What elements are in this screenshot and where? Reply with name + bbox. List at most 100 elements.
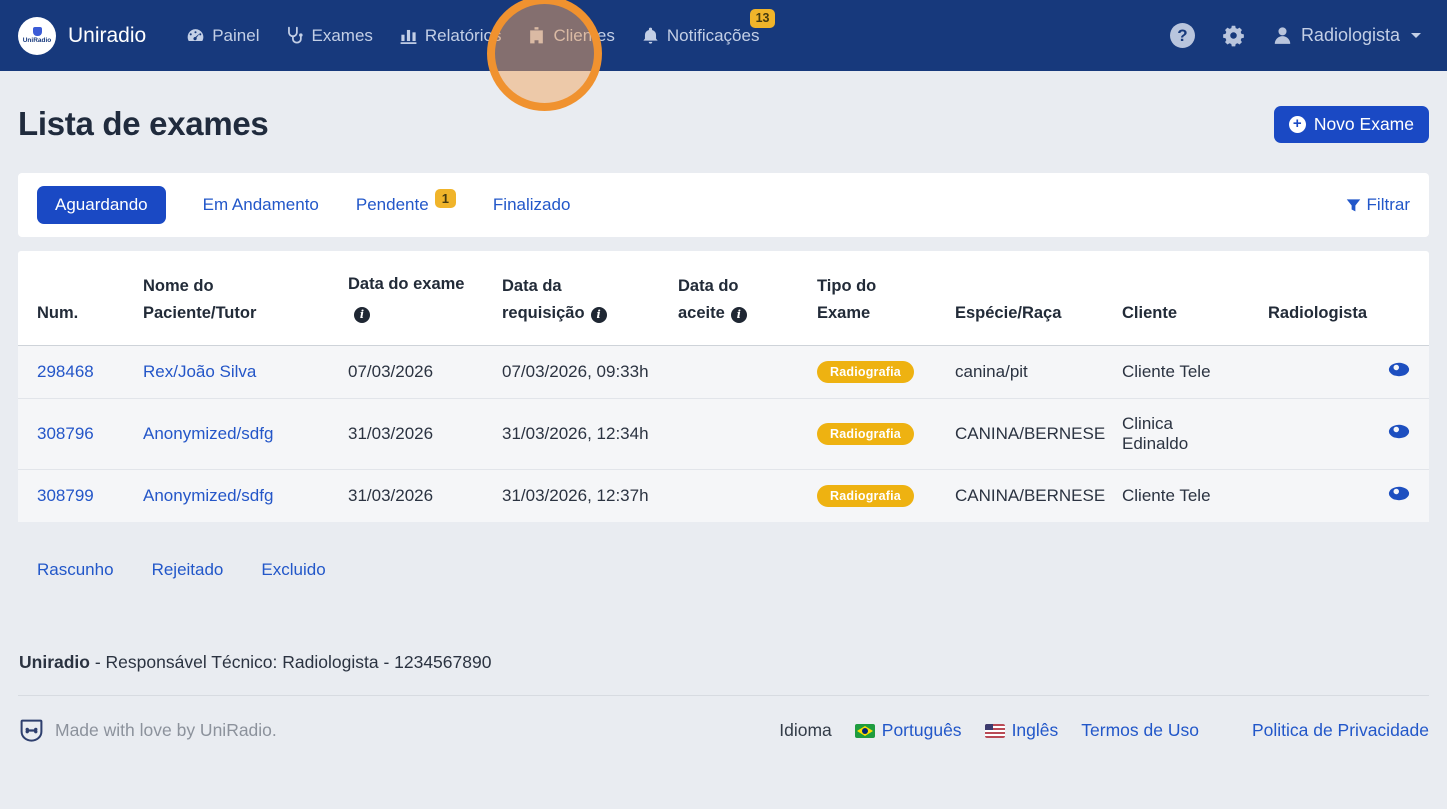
credits-text: Made with love by UniRadio. [55, 720, 277, 741]
footer: Made with love by UniRadio. Idioma Portu… [18, 696, 1429, 765]
bell-icon [641, 26, 660, 45]
plus-circle-icon: + [1289, 116, 1306, 133]
col-actions [1369, 251, 1429, 346]
info-icon[interactable]: i [354, 307, 370, 323]
tab-em-andamento[interactable]: Em Andamento [203, 195, 319, 215]
exam-type-badge: Radiografia [817, 423, 914, 445]
nav-label-relatorios: Relatórios [425, 26, 502, 46]
lang-en-label: Inglês [1012, 720, 1059, 741]
notifications-count-badge: 13 [750, 9, 776, 28]
privacy-link[interactable]: Politica de Privacidade [1252, 720, 1429, 741]
request-date-cell: 31/03/2026, 12:34h [483, 399, 659, 470]
patient-link[interactable]: Anonymized/sdfg [143, 486, 273, 505]
link-excluido[interactable]: Excluido [261, 560, 325, 580]
nav-item-exames[interactable]: Exames [285, 26, 372, 46]
nav-items: Painel Exames Relatórios Clientes Notifi… [186, 26, 785, 46]
nav-label-notificacoes: Notificações [667, 26, 760, 46]
company-details: - Responsável Técnico: Radiologista - 12… [95, 652, 492, 672]
help-icon[interactable]: ? [1170, 23, 1195, 48]
chevron-down-icon [1411, 33, 1421, 38]
pendente-count-badge: 1 [435, 189, 456, 208]
brand-name: Uniradio [68, 24, 146, 48]
nav-item-notificacoes[interactable]: Notificações 13 [641, 26, 760, 46]
tab-finalizado[interactable]: Finalizado [493, 195, 571, 215]
user-name: Radiologista [1301, 25, 1400, 46]
new-exam-button[interactable]: + Novo Exame [1274, 106, 1429, 143]
link-rascunho[interactable]: Rascunho [37, 560, 114, 580]
accept-date-cell [659, 346, 798, 399]
bar-chart-icon [399, 26, 418, 45]
col-radiologist: Radiologista [1249, 251, 1369, 346]
patient-link[interactable]: Rex/João Silva [143, 362, 256, 381]
terms-link[interactable]: Termos de Uso [1081, 720, 1199, 741]
tab-pendente[interactable]: Pendente1 [356, 195, 456, 215]
exam-num-link[interactable]: 298468 [37, 362, 94, 381]
user-icon [1272, 25, 1293, 46]
table-row: 308796 Anonymized/sdfg 31/03/2026 31/03/… [18, 399, 1429, 470]
exam-type-badge: Radiografia [817, 485, 914, 507]
top-navbar: UniRadio Uniradio Painel Exames Relatóri… [0, 0, 1447, 71]
col-accept-date: Data do aceitei [659, 251, 798, 346]
col-num: Num. [18, 251, 124, 346]
title-row: Lista de exames + Novo Exame [18, 105, 1429, 143]
exam-num-link[interactable]: 308796 [37, 424, 94, 443]
exam-date-cell: 31/03/2026 [329, 399, 483, 470]
radiologist-cell [1249, 399, 1369, 470]
navbar-right: ? Radiologista [1170, 23, 1421, 48]
filter-icon [1346, 198, 1361, 213]
col-species: Espécie/Raça [936, 251, 1103, 346]
exam-type-badge: Radiografia [817, 361, 914, 383]
client-cell: Cliente Tele [1103, 346, 1249, 399]
user-menu[interactable]: Radiologista [1272, 25, 1421, 46]
client-cell: Cliente Tele [1103, 470, 1249, 523]
footer-links: Idioma Português Inglês Termos de Uso Po… [779, 720, 1429, 741]
exam-num-link[interactable]: 308799 [37, 486, 94, 505]
patient-link[interactable]: Anonymized/sdfg [143, 424, 273, 443]
info-icon[interactable]: i [731, 307, 747, 323]
radiologist-cell [1249, 346, 1369, 399]
logo-text: UniRadio [23, 37, 52, 44]
nav-item-painel[interactable]: Painel [186, 26, 259, 46]
view-exam-icon[interactable] [1388, 486, 1410, 506]
nav-label-clientes: Clientes [553, 26, 614, 46]
gear-icon[interactable] [1222, 24, 1245, 47]
filter-label: Filtrar [1367, 195, 1410, 215]
page-title: Lista de exames [18, 105, 268, 143]
logo-shield-icon [33, 27, 42, 36]
col-exam-date: Data do examei [329, 251, 483, 346]
brand[interactable]: UniRadio Uniradio [18, 17, 146, 55]
new-exam-label: Novo Exame [1314, 114, 1414, 135]
client-cell: Clinica Edinaldo [1103, 399, 1249, 470]
brazil-flag-icon [855, 724, 875, 738]
view-exam-icon[interactable] [1388, 424, 1410, 444]
gauge-icon [186, 26, 205, 45]
col-patient: Nome do Paciente/Tutor [124, 251, 329, 346]
lang-portugues-link[interactable]: Português [855, 720, 962, 741]
nav-item-relatorios[interactable]: Relatórios [399, 26, 502, 46]
uniradio-logo: UniRadio [18, 17, 56, 55]
company-name: Uniradio [19, 652, 90, 672]
radiologist-cell [1249, 470, 1369, 523]
exam-date-cell: 31/03/2026 [329, 470, 483, 523]
company-info: Uniradio - Responsável Técnico: Radiolog… [18, 652, 1429, 673]
stethoscope-icon [285, 26, 304, 45]
request-date-cell: 31/03/2026, 12:37h [483, 470, 659, 523]
table-header-row: Num. Nome do Paciente/Tutor Data do exam… [18, 251, 1429, 346]
col-client: Cliente [1103, 251, 1249, 346]
lang-ingles-link[interactable]: Inglês [985, 720, 1059, 741]
filter-button[interactable]: Filtrar [1346, 195, 1410, 215]
tab-pendente-label: Pendente [356, 195, 429, 214]
link-rejeitado[interactable]: Rejeitado [152, 560, 224, 580]
request-date-cell: 07/03/2026, 09:33h [483, 346, 659, 399]
accept-date-cell [659, 470, 798, 523]
uniradio-bone-icon [18, 717, 45, 744]
exams-table-card: Num. Nome do Paciente/Tutor Data do exam… [18, 251, 1429, 522]
exam-date-cell: 07/03/2026 [329, 346, 483, 399]
nav-item-clientes[interactable]: Clientes [527, 26, 614, 46]
status-links: Rascunho Rejeitado Excluido [18, 560, 1429, 580]
main-content: Lista de exames + Novo Exame Aguardando … [0, 105, 1447, 765]
us-flag-icon [985, 724, 1005, 738]
tab-aguardando[interactable]: Aguardando [37, 186, 166, 224]
info-icon[interactable]: i [591, 307, 607, 323]
view-exam-icon[interactable] [1388, 362, 1410, 382]
